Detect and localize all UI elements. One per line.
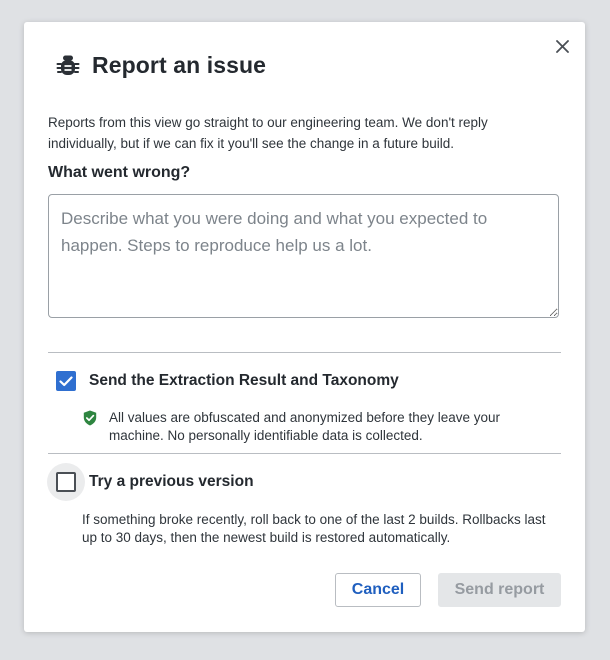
previous-version-checkbox[interactable]	[47, 463, 85, 501]
shield-check-icon	[83, 410, 97, 426]
bug-icon	[56, 53, 80, 79]
divider	[48, 352, 561, 353]
send-extraction-label: Send the Extraction Result and Taxonomy	[89, 372, 399, 389]
what-went-wrong-label: What went wrong?	[48, 164, 191, 181]
send-report-button[interactable]: Send report	[438, 573, 561, 607]
close-icon[interactable]	[552, 36, 572, 56]
checkbox-box	[56, 472, 76, 492]
previous-version-option[interactable]: Try a previous version	[47, 463, 254, 501]
anonymization-note: All values are obfuscated and anonymized…	[109, 410, 500, 443]
report-issue-dialog: Report an issue Reports from this view g…	[24, 22, 585, 632]
rollback-note: If something broke recently, roll back t…	[82, 512, 546, 545]
cancel-button[interactable]: Cancel	[335, 573, 421, 607]
dialog-title: Report an issue	[92, 52, 267, 78]
dialog-header: Report an issue	[56, 52, 266, 79]
description-textarea[interactable]	[48, 194, 559, 318]
intro-text: Reports from this view go straight to ou…	[48, 115, 488, 151]
previous-version-label: Try a previous version	[89, 473, 254, 490]
send-extraction-checkbox[interactable]	[56, 371, 76, 391]
send-extraction-option[interactable]: Send the Extraction Result and Taxonomy	[56, 371, 399, 391]
divider	[48, 453, 561, 454]
